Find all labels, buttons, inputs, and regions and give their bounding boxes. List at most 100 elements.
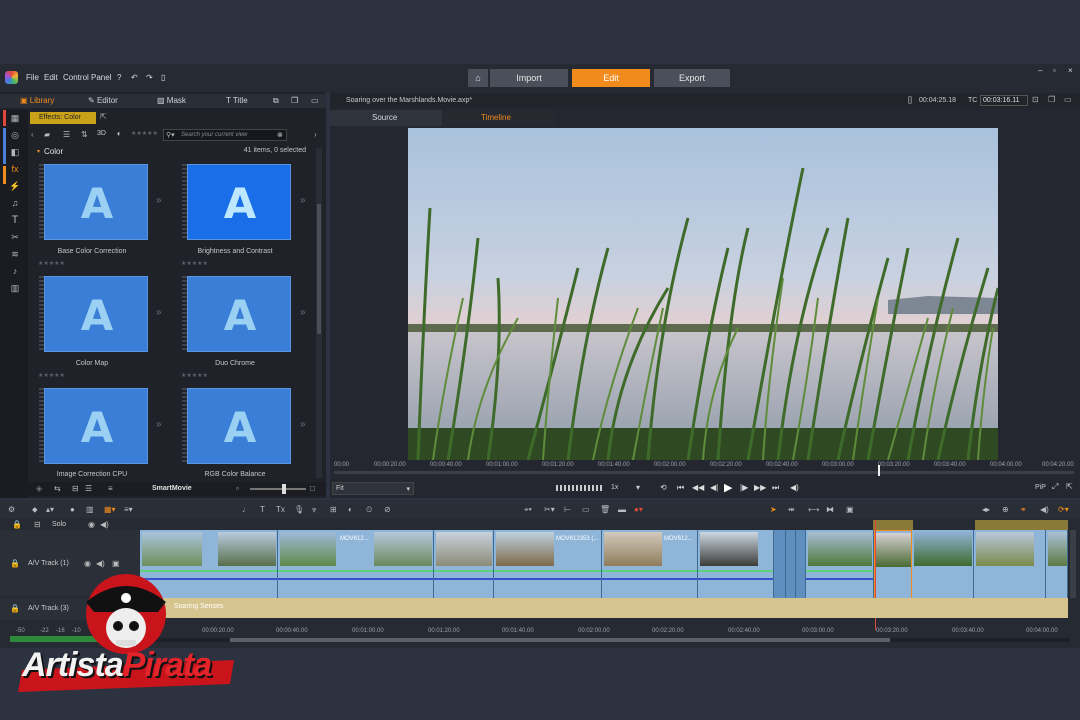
step-forward-icon[interactable]: |▶ bbox=[740, 483, 748, 492]
playhead[interactable] bbox=[878, 465, 880, 476]
expand-icon[interactable]: ◂▸ bbox=[982, 505, 990, 514]
copy-frame-icon[interactable]: ❐ bbox=[1048, 95, 1055, 104]
eye-icon[interactable]: ◉ bbox=[88, 520, 95, 529]
transition-marker[interactable] bbox=[873, 520, 913, 530]
fullscreen-icon[interactable]: ⤢ bbox=[1052, 482, 1058, 492]
music-icon[interactable]: ♫ bbox=[9, 197, 21, 209]
lock-icon[interactable]: 🔒 bbox=[10, 559, 20, 568]
video-clip[interactable] bbox=[806, 530, 874, 600]
video-clip[interactable]: MOV612... bbox=[278, 530, 434, 600]
tab-mask[interactable]: ▨ Mask bbox=[157, 96, 186, 105]
sound-icon[interactable]: ♪ bbox=[9, 265, 21, 277]
scissors-icon[interactable]: ✂ bbox=[9, 231, 21, 243]
list-icon[interactable]: ☰ bbox=[85, 484, 92, 493]
undo-icon[interactable]: ↶ bbox=[131, 73, 138, 82]
folder-icon[interactable]: ▰ bbox=[44, 130, 50, 139]
chevron-down-icon[interactable]: ▾ bbox=[636, 483, 640, 492]
clip-marker-icon[interactable]: ⊢ bbox=[564, 505, 571, 514]
effect-thumb-color-map[interactable]: A bbox=[44, 276, 148, 352]
stabilize-icon[interactable]: ⊘ bbox=[384, 505, 391, 514]
slider-handle[interactable] bbox=[282, 484, 286, 494]
film-icon[interactable]: ▭ bbox=[582, 505, 590, 514]
menu-file[interactable]: File bbox=[26, 73, 39, 82]
clear-search-icon[interactable]: ⊗ bbox=[277, 131, 283, 139]
track-scrollbar[interactable] bbox=[1070, 530, 1076, 598]
edit-button[interactable]: Edit bbox=[572, 69, 650, 87]
video-clip[interactable]: MOV612... bbox=[602, 530, 698, 600]
subtitle-icon[interactable]: Tx bbox=[276, 505, 285, 514]
menu-edit[interactable]: Edit bbox=[44, 73, 58, 82]
rating-stars[interactable]: ★★★★★ bbox=[181, 372, 208, 379]
library-scrollbar[interactable] bbox=[316, 148, 322, 478]
skip-end-icon[interactable]: ⏭ bbox=[772, 483, 779, 493]
home-button[interactable]: ⌂ bbox=[468, 69, 488, 87]
3d-filter[interactable]: 3D bbox=[97, 130, 106, 137]
video-clip[interactable] bbox=[974, 530, 1046, 600]
scrub-bar[interactable] bbox=[334, 471, 1074, 474]
settings-orange-icon[interactable]: ⟳▾ bbox=[1058, 505, 1069, 514]
help-icon[interactable]: ? bbox=[117, 73, 121, 82]
trim-icon[interactable]: ⟷ bbox=[808, 505, 819, 514]
text-icon[interactable]: T bbox=[9, 214, 21, 226]
selection-tool-icon[interactable]: ➤ bbox=[770, 505, 777, 514]
eye-icon[interactable]: ◉ bbox=[84, 559, 91, 568]
smartmovie-button[interactable]: SmartMovie bbox=[152, 485, 192, 492]
rating-stars[interactable]: ★★★★★ bbox=[38, 372, 65, 379]
step-back-icon[interactable]: ◀| bbox=[710, 483, 718, 492]
solo-label[interactable]: Solo bbox=[52, 521, 66, 528]
play-icon[interactable]: ▶ bbox=[724, 481, 732, 494]
tab-timeline[interactable]: Timeline bbox=[443, 110, 555, 126]
montage-icon[interactable]: ▥ bbox=[9, 282, 21, 294]
list-icon[interactable]: ≡▾ bbox=[124, 505, 133, 514]
scrollbar-thumb[interactable] bbox=[317, 204, 321, 334]
video-clip[interactable]: MOV612353 (... bbox=[494, 530, 602, 600]
preview-ruler[interactable]: 00:00 00:00:20.00 00:00:40.00 00:01:00.0… bbox=[334, 460, 1074, 476]
settings-icon[interactable]: ◈ bbox=[36, 484, 42, 493]
rating-filter[interactable]: ★★★★★ bbox=[131, 130, 158, 137]
transition-icon[interactable]: ⚡ bbox=[9, 180, 21, 192]
ripple-icon[interactable]: ⧓ bbox=[826, 505, 834, 514]
effect-thumb-image-correction[interactable]: A bbox=[44, 388, 148, 464]
speed-icon[interactable]: ⏲ bbox=[366, 505, 372, 515]
text-tool-icon[interactable]: T bbox=[260, 505, 265, 514]
refresh-icon[interactable]: ⇆ bbox=[54, 484, 61, 493]
rewind-icon[interactable]: ◀◀ bbox=[692, 483, 704, 492]
video-clip[interactable] bbox=[786, 530, 796, 600]
monitor-icon[interactable]: ▬ bbox=[618, 505, 626, 514]
shuttle-control[interactable] bbox=[556, 485, 602, 491]
pin-icon[interactable]: ⇱ bbox=[100, 112, 107, 121]
snap-icon[interactable]: ▴▾ bbox=[46, 505, 54, 514]
marker-region[interactable] bbox=[975, 520, 1068, 530]
minimize-icon[interactable]: ‒ bbox=[1038, 66, 1042, 75]
storyboard-icon[interactable]: ▦▾ bbox=[104, 505, 116, 514]
rating-stars[interactable]: ★★★★★ bbox=[181, 260, 208, 267]
video-clip[interactable] bbox=[796, 530, 806, 600]
effects-color-tag[interactable]: Effects: Color bbox=[30, 112, 96, 124]
chapter-marker-icon[interactable]: ●▾ bbox=[634, 505, 643, 514]
projects-icon[interactable]: ▦ bbox=[9, 112, 21, 124]
marker-icon[interactable]: ⬥ bbox=[32, 505, 38, 515]
tab-source[interactable]: Source bbox=[330, 110, 442, 126]
mic-icon[interactable]: 🎙 bbox=[294, 505, 304, 514]
import-button[interactable]: Import bbox=[490, 69, 568, 87]
track-name[interactable]: A/V Track (1) bbox=[28, 560, 69, 567]
filter-icon[interactable]: ⊟ bbox=[72, 484, 79, 493]
globe-icon[interactable]: ◎ bbox=[9, 129, 21, 141]
menu-control-panel[interactable]: Control Panel bbox=[63, 73, 111, 82]
collapse-icon[interactable]: ▾ bbox=[37, 148, 40, 155]
lock-icon[interactable]: 🔒 bbox=[12, 520, 22, 529]
timeline-ruler[interactable]: 00:00:20.00 00:00:40.00 00:01:00.00 00:0… bbox=[140, 626, 1070, 638]
motion-icon[interactable]: ⩔ bbox=[312, 505, 317, 515]
speaker-icon[interactable]: ◀) bbox=[96, 559, 105, 568]
volume-tool-icon[interactable]: ◀) bbox=[1040, 505, 1049, 514]
export-button[interactable]: Export bbox=[654, 69, 730, 87]
effect-thumb-duo-chrome[interactable]: A bbox=[187, 276, 291, 352]
timecode-field[interactable]: 00:03:16.11 bbox=[980, 95, 1028, 106]
external-icon[interactable]: ⇱ bbox=[1066, 482, 1073, 491]
pip-window-icon[interactable]: ⊡ bbox=[1032, 95, 1039, 104]
copy-icon[interactable]: ❐ bbox=[291, 96, 298, 105]
selected-video-clip[interactable] bbox=[874, 530, 912, 600]
maximize-icon[interactable]: ▫ bbox=[1053, 66, 1056, 75]
panel-layout-icon[interactable]: ▭ bbox=[1064, 95, 1072, 104]
thumb-size-slider[interactable] bbox=[250, 484, 306, 494]
